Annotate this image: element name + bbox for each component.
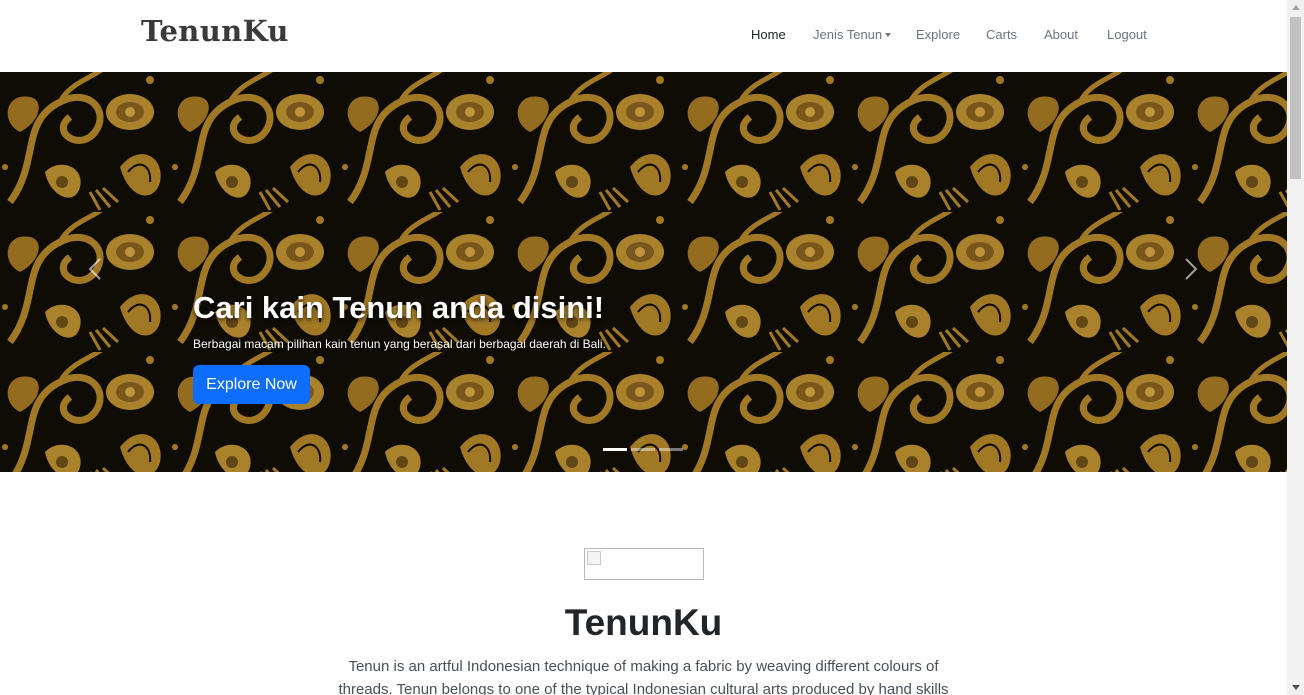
- nav-jenis-label: Jenis Tenun: [813, 27, 883, 42]
- carousel-indicators: [603, 448, 683, 451]
- nav-logout[interactable]: Logout: [1107, 27, 1147, 42]
- chevron-right-icon: [1185, 258, 1198, 280]
- scrollbar-thumb[interactable]: [1290, 17, 1301, 179]
- carousel-prev-button[interactable]: [86, 257, 106, 281]
- hero-carousel: Cari kain Tenun anda disini! Berbagai ma…: [0, 72, 1287, 472]
- carousel-indicator-3[interactable]: [659, 448, 683, 451]
- brand-logo[interactable]: TenunKu: [141, 14, 289, 48]
- hero-subtitle: Berbagai macam pilihan kain tenun yang b…: [193, 337, 606, 351]
- caret-down-icon: [885, 33, 892, 37]
- content-title: TenunKu: [564, 602, 723, 643]
- nav-explore[interactable]: Explore: [916, 27, 960, 42]
- nav-home[interactable]: Home: [751, 27, 786, 42]
- hero-overlay: [0, 72, 1287, 472]
- hero-title: Cari kain Tenun anda disini!: [193, 290, 605, 325]
- broken-logo-image: [584, 548, 704, 580]
- explore-now-button[interactable]: Explore Now: [193, 365, 310, 404]
- nav-jenis-tenun[interactable]: Jenis Tenun: [813, 27, 892, 42]
- scroll-up-icon[interactable]: [1292, 5, 1300, 10]
- chevron-left-icon: [88, 258, 101, 280]
- scroll-down-icon[interactable]: [1292, 685, 1300, 690]
- carousel-next-button[interactable]: [1180, 257, 1200, 281]
- carousel-indicator-2[interactable]: [631, 448, 655, 451]
- nav-carts[interactable]: Carts: [986, 27, 1017, 42]
- navbar: TenunKu Home Jenis Tenun Explore Carts A…: [0, 0, 1287, 72]
- page-scrollbar[interactable]: [1287, 0, 1304, 695]
- carousel-indicator-1[interactable]: [603, 448, 627, 451]
- nav-about[interactable]: About: [1044, 27, 1078, 42]
- content-description: Tenun is an artful Indonesian technique …: [338, 658, 949, 695]
